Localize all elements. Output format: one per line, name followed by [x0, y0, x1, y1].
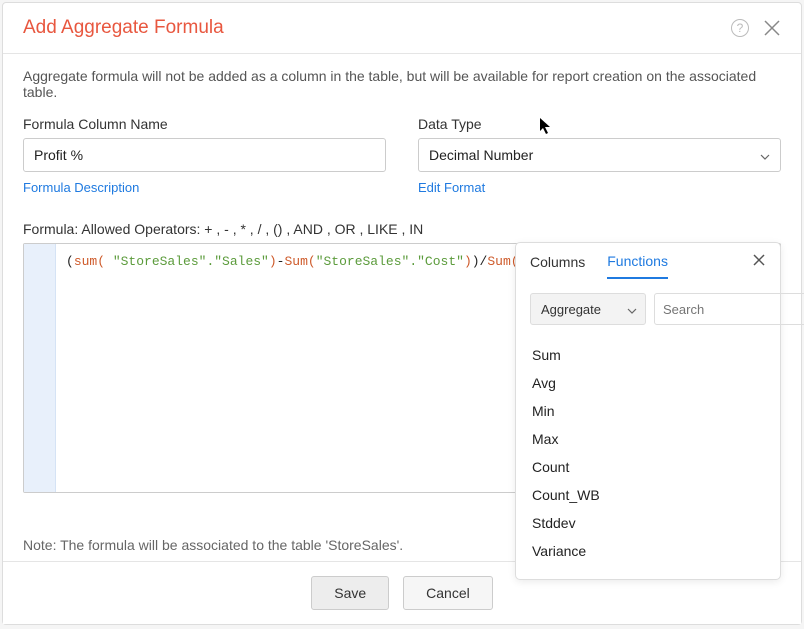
formula-description-link[interactable]: Formula Description — [23, 180, 139, 195]
chevron-down-icon — [627, 302, 637, 317]
data-type-select[interactable]: Decimal Number — [418, 138, 781, 172]
function-item-variance[interactable]: Variance — [530, 537, 766, 565]
edit-format-link[interactable]: Edit Format — [418, 180, 485, 195]
function-list: Sum Avg Min Max Count Count_WB Stddev Va… — [530, 341, 766, 565]
tab-functions[interactable]: Functions — [607, 253, 668, 279]
data-type-column: Data Type Decimal Number Edit Format — [418, 116, 781, 197]
cursor-icon — [539, 117, 553, 140]
function-category-value: Aggregate — [541, 302, 601, 317]
data-type-value: Decimal Number — [429, 147, 533, 163]
panel-tabs: Columns Functions — [530, 253, 766, 279]
function-item-sum[interactable]: Sum — [530, 341, 766, 369]
function-item-stddev[interactable]: Stddev — [530, 509, 766, 537]
save-button[interactable]: Save — [311, 576, 389, 610]
form-row: Formula Column Name Formula Description … — [23, 116, 781, 197]
add-aggregate-formula-dialog: Add Aggregate Formula ? Aggregate formul… — [2, 2, 802, 625]
operators-label: Formula: Allowed Operators: + , - , * , … — [23, 221, 781, 237]
panel-controls: Aggregate — [530, 293, 766, 325]
chevron-down-icon — [760, 147, 770, 163]
function-search-input[interactable] — [663, 302, 804, 317]
formula-name-input[interactable] — [23, 138, 386, 172]
panel-close-icon[interactable] — [752, 253, 766, 272]
function-item-min[interactable]: Min — [530, 397, 766, 425]
help-icon[interactable]: ? — [731, 19, 749, 37]
formula-name-label: Formula Column Name — [23, 116, 386, 132]
function-search[interactable] — [654, 293, 804, 325]
dialog-header: Add Aggregate Formula ? — [3, 3, 801, 54]
formula-name-column: Formula Column Name Formula Description — [23, 116, 386, 197]
function-category-select[interactable]: Aggregate — [530, 293, 646, 325]
cancel-button[interactable]: Cancel — [403, 576, 493, 610]
dialog-body: Aggregate formula will not be added as a… — [3, 54, 801, 561]
close-icon[interactable] — [763, 19, 781, 37]
data-type-label: Data Type — [418, 116, 781, 132]
editor-gutter — [24, 244, 56, 492]
functions-panel: Columns Functions Aggregate — [515, 242, 781, 580]
dialog-title: Add Aggregate Formula — [23, 17, 224, 39]
function-item-avg[interactable]: Avg — [530, 369, 766, 397]
function-item-countwb[interactable]: Count_WB — [530, 481, 766, 509]
header-actions: ? — [731, 19, 781, 37]
function-item-count[interactable]: Count — [530, 453, 766, 481]
dialog-description: Aggregate formula will not be added as a… — [23, 68, 781, 100]
tab-columns[interactable]: Columns — [530, 254, 585, 278]
function-item-max[interactable]: Max — [530, 425, 766, 453]
